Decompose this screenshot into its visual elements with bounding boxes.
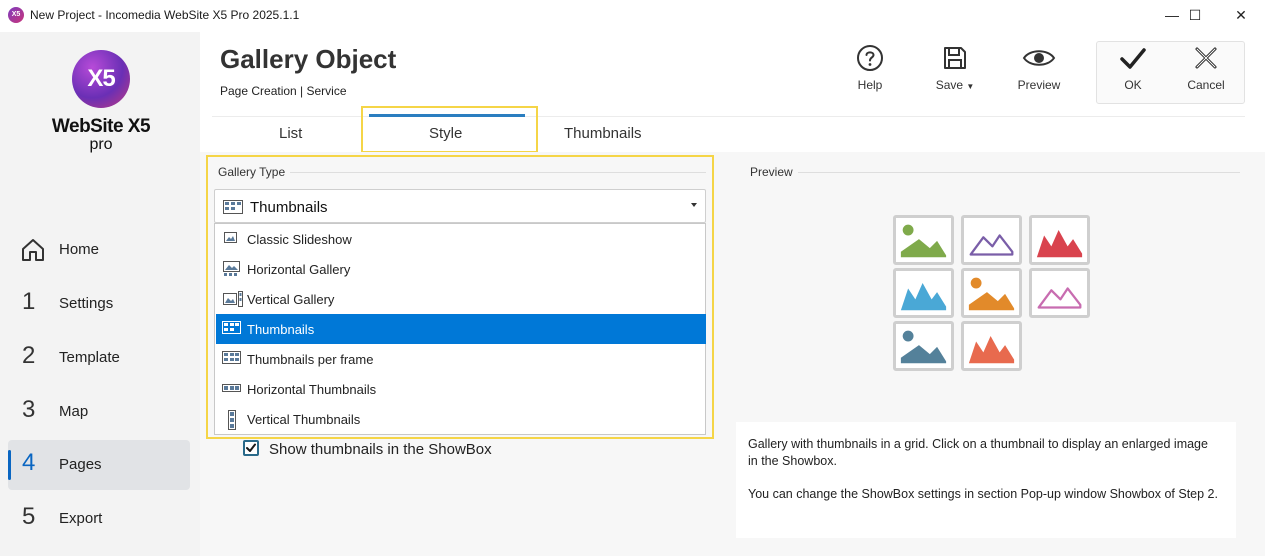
image-icon: [900, 283, 947, 311]
preview-thumbnail: [961, 321, 1022, 371]
sidebar-item-label: Pages: [59, 456, 102, 473]
image-icon: [969, 234, 1014, 256]
help-button[interactable]: Help: [845, 44, 895, 104]
save-button[interactable]: Save ▼: [928, 44, 982, 104]
step-number: 5: [22, 503, 36, 530]
preview-thumbnail: [893, 321, 954, 371]
sidebar-item-label: Export: [59, 510, 103, 527]
description-text: Gallery with thumbnails in a grid. Click…: [748, 437, 1208, 468]
preview-label: Preview: [750, 165, 793, 179]
checkmark-icon: [1120, 48, 1146, 69]
sidebar-item-pages[interactable]: 4 Pages: [8, 440, 190, 490]
ok-button[interactable]: OK: [1112, 44, 1154, 104]
sidebar-item-label: Settings: [59, 295, 114, 312]
preview-button[interactable]: Preview: [1013, 44, 1065, 104]
preview-thumbnail: [961, 268, 1022, 318]
preview-thumbnail: [1029, 215, 1090, 265]
sidebar-item-label: Template: [59, 349, 120, 366]
description-panel: Gallery with thumbnails in a grid. Click…: [736, 422, 1236, 538]
step-number: 4: [22, 449, 36, 476]
sidebar-item-export[interactable]: 5 Export: [8, 494, 190, 544]
help-icon: [857, 45, 883, 71]
save-label: Save: [935, 78, 964, 92]
preview-label: Preview: [1017, 78, 1061, 92]
image-icon: [900, 330, 947, 364]
sidebar-item-template[interactable]: 2 Template: [8, 333, 190, 383]
show-in-showbox-label[interactable]: Show thumbnails in the ShowBox: [269, 441, 492, 458]
save-icon: [944, 47, 966, 69]
image-icon: [968, 336, 1015, 364]
description-text: You can change the ShowBox settings in s…: [748, 487, 1218, 501]
cancel-label: Cancel: [1187, 78, 1225, 92]
image-icon: [1037, 287, 1082, 309]
close-window-button[interactable]: ✕: [1218, 0, 1264, 32]
sidebar-item-label: Map: [59, 403, 89, 420]
logo-edition: pro: [89, 136, 113, 153]
preview-thumbnail: [961, 215, 1022, 265]
eye-icon: [1022, 50, 1056, 66]
sidebar-item-label: Home: [59, 241, 100, 258]
breadcrumb: Page Creation | Service: [220, 84, 347, 98]
tab-highlight-frame: [361, 106, 538, 153]
image-icon: [1036, 230, 1083, 258]
preview-thumbnail: [1029, 268, 1090, 318]
image-icon: [968, 277, 1015, 311]
group-divider: [798, 172, 1240, 173]
logo-name: WebSite X5: [51, 116, 151, 137]
sidebar-item-settings[interactable]: 1 Settings: [8, 279, 190, 329]
window-title: New Project - Incomedia WebSite X5 Pro 2…: [30, 8, 300, 22]
title-bar: X5 New Project - Incomedia WebSite X5 Pr…: [0, 0, 1265, 32]
tab-list[interactable]: List: [279, 125, 302, 142]
tab-thumbnails[interactable]: Thumbnails: [564, 125, 642, 142]
chevron-down-icon: ▼: [966, 82, 975, 91]
image-icon: [900, 224, 947, 258]
home-icon: [22, 239, 44, 261]
sidebar-item-map[interactable]: 3 Map: [8, 387, 190, 437]
close-icon: [1195, 47, 1217, 69]
dropdown-highlight-frame: [206, 155, 714, 439]
page-title: Gallery Object: [220, 44, 397, 74]
sidebar: X5 WebSite X5 pro Home 1 Settings 2 Temp…: [0, 32, 200, 556]
app-logo: X5: [72, 50, 130, 108]
show-in-showbox-checkbox[interactable]: [243, 440, 259, 456]
ok-label: OK: [1124, 78, 1142, 92]
step-number: 3: [22, 396, 36, 423]
step-number: 1: [22, 288, 36, 315]
sidebar-item-home[interactable]: Home: [8, 225, 190, 275]
app-icon: X5: [8, 7, 24, 23]
maximize-button[interactable]: ☐: [1172, 0, 1218, 32]
cancel-button[interactable]: Cancel: [1183, 44, 1229, 104]
preview-thumbnail: [893, 215, 954, 265]
preview-thumbnail: [893, 268, 954, 318]
help-label: Help: [857, 78, 883, 92]
checkmark-icon: [246, 443, 256, 452]
step-number: 2: [22, 342, 36, 369]
